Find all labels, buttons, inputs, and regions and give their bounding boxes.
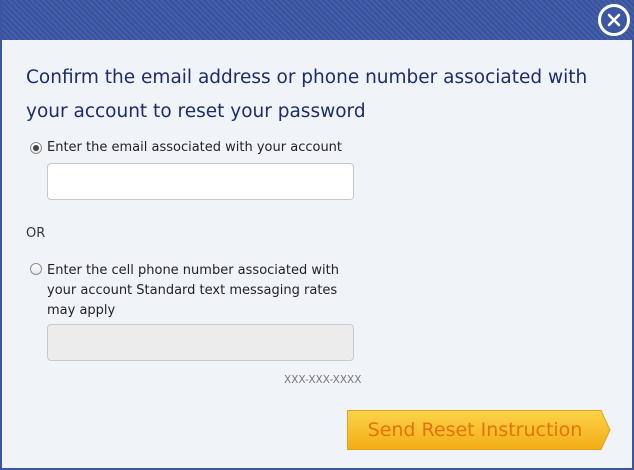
phone-option-label[interactable]: Enter the cell phone number associated w… [47,261,353,321]
email-option-label[interactable]: Enter the email associated with your acc… [47,138,342,158]
close-icon [607,13,621,27]
email-radio[interactable] [30,142,42,154]
dialog-title: Confirm the email address or phone numbe… [26,67,588,122]
send-button-label: Send Reset Instruction [367,419,583,441]
close-button[interactable] [598,4,630,36]
email-option[interactable]: Enter the email associated with your acc… [30,140,342,158]
or-separator: OR [26,226,46,241]
send-reset-instruction-button[interactable]: Send Reset Instruction [347,410,611,450]
phone-input[interactable] [47,324,354,361]
phone-format-hint: XXX-XXX-XXXX [284,374,362,386]
phone-option[interactable]: Enter the cell phone number associated w… [30,261,353,321]
reset-password-dialog: Confirm the email address or phone numbe… [0,0,634,470]
phone-radio[interactable] [30,263,42,275]
dialog-header [2,0,634,40]
email-input[interactable] [47,163,354,200]
